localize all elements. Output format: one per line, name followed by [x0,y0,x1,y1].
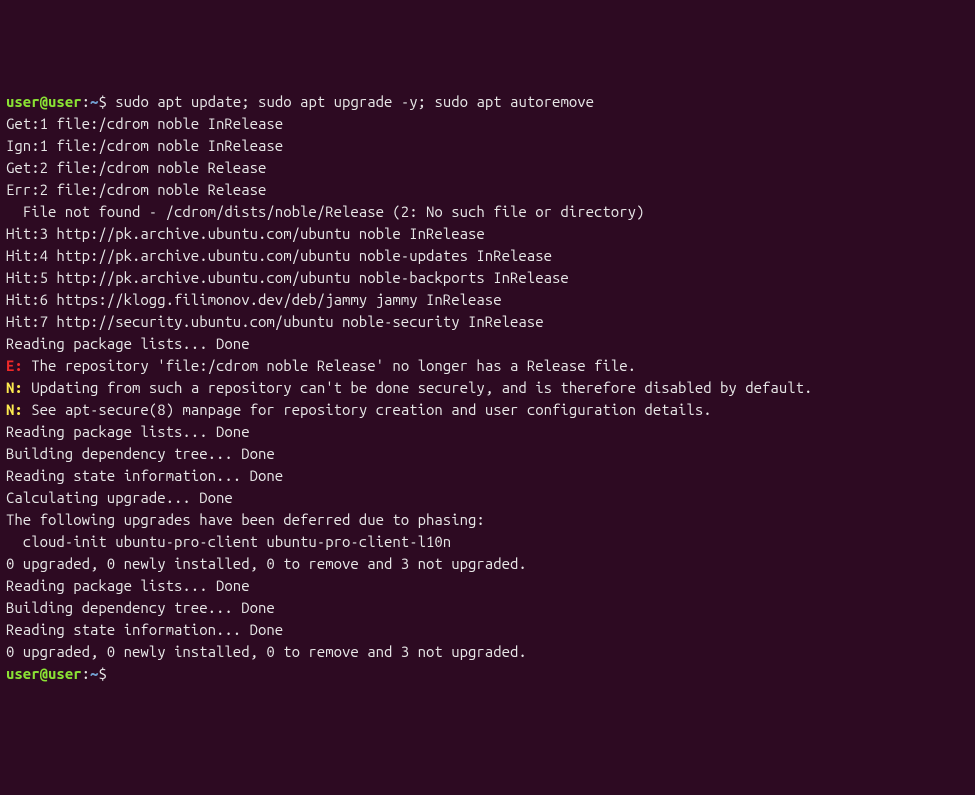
notice-text: Updating from such a repository can't be… [23,379,813,396]
notice-prefix: N: [6,379,23,396]
output-line: Building dependency tree... Done [6,597,969,619]
output-line: Reading package lists... Done [6,421,969,443]
output-line: Get:2 file:/cdrom noble Release [6,157,969,179]
error-prefix: E: [6,357,23,374]
output-line: Get:1 file:/cdrom noble InRelease [6,113,969,135]
output-line: The following upgrades have been deferre… [6,509,969,531]
notice-prefix: N: [6,401,23,418]
output-line: File not found - /cdrom/dists/noble/Rele… [6,201,969,223]
output-line: Hit:6 https://klogg.filimonov.dev/deb/ja… [6,289,969,311]
output-line: Err:2 file:/cdrom noble Release [6,179,969,201]
output-line: 0 upgraded, 0 newly installed, 0 to remo… [6,641,969,663]
prompt-line-2[interactable]: user@user:~$ [6,663,969,685]
output-line: Reading state information... Done [6,619,969,641]
output-line: Reading state information... Done [6,465,969,487]
command-input: sudo apt update; sudo apt upgrade -y; su… [115,93,594,110]
notice-line: N: Updating from such a repository can't… [6,377,969,399]
output-line: 0 upgraded, 0 newly installed, 0 to remo… [6,553,969,575]
output-line: Calculating upgrade... Done [6,487,969,509]
notice-line: N: See apt-secure(8) manpage for reposit… [6,399,969,421]
output-line: Hit:3 http://pk.archive.ubuntu.com/ubunt… [6,223,969,245]
notice-text: See apt-secure(8) manpage for repository… [23,401,712,418]
output-line: Reading package lists... Done [6,333,969,355]
terminal-output[interactable]: user@user:~$ sudo apt update; sudo apt u… [6,91,969,685]
output-line: Ign:1 file:/cdrom noble InRelease [6,135,969,157]
output-line: Reading package lists... Done [6,575,969,597]
error-line: E: The repository 'file:/cdrom noble Rel… [6,355,969,377]
output-line: Building dependency tree... Done [6,443,969,465]
output-line: Hit:7 http://security.ubuntu.com/ubuntu … [6,311,969,333]
output-line: cloud-init ubuntu-pro-client ubuntu-pro-… [6,531,969,553]
error-text: The repository 'file:/cdrom noble Releas… [23,357,636,374]
output-line: Hit:5 http://pk.archive.ubuntu.com/ubunt… [6,267,969,289]
prompt-line-1: user@user:~$ sudo apt update; sudo apt u… [6,91,969,113]
output-line: Hit:4 http://pk.archive.ubuntu.com/ubunt… [6,245,969,267]
